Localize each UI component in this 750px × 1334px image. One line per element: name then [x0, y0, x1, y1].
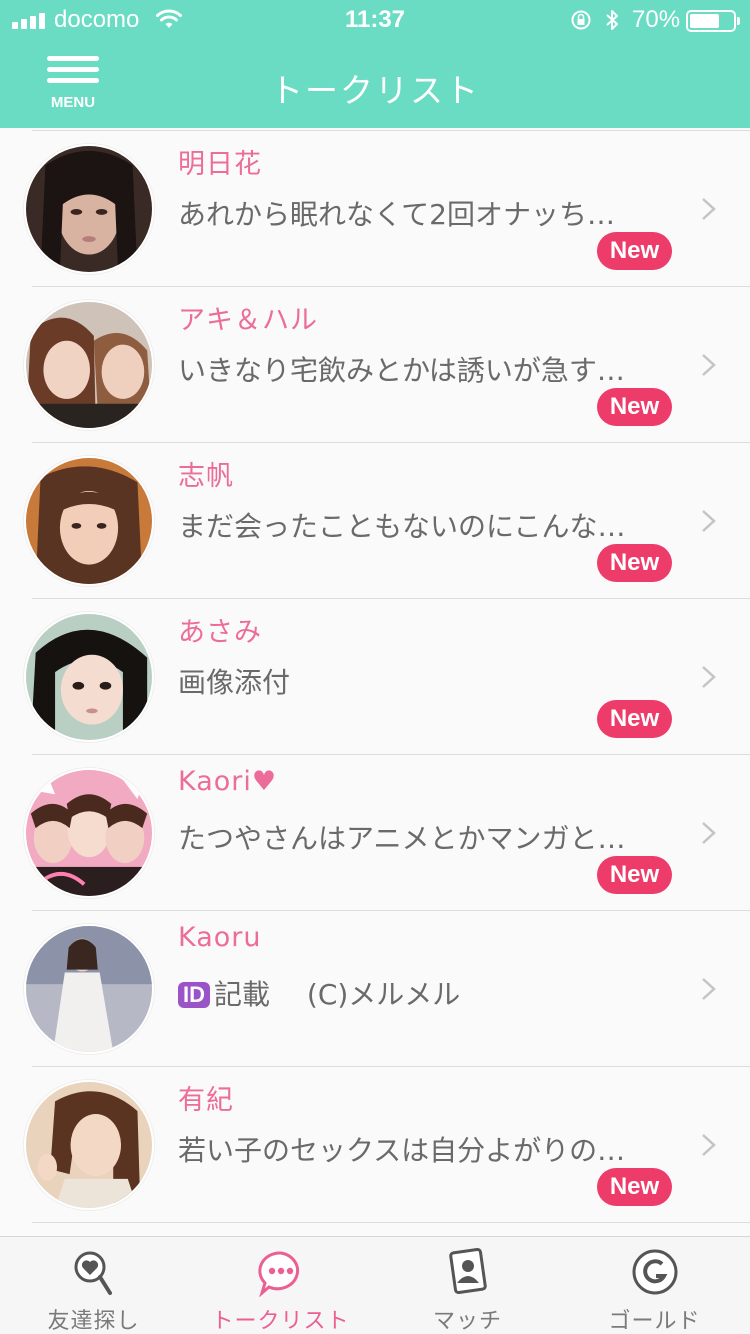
- contact-name: Kaori♥: [178, 766, 278, 797]
- chevron-right-icon: [702, 822, 716, 844]
- avatar: [24, 456, 154, 586]
- tab-match[interactable]: マッチ: [374, 1237, 561, 1334]
- new-badge: New: [597, 700, 672, 738]
- page-title: トークリスト: [270, 71, 480, 110]
- chevron-right-icon: [702, 666, 716, 688]
- message-preview: 画像添付: [178, 666, 291, 699]
- tab-label: トークリスト: [211, 1309, 350, 1334]
- contact-name: 有紀: [178, 1085, 234, 1116]
- message-preview: たつやさんはアニメとかマンガと…: [178, 822, 626, 855]
- profile-card-icon: [448, 1247, 487, 1295]
- chevron-right-icon: [702, 978, 716, 1000]
- avatar: [24, 1080, 154, 1210]
- battery-icon: [686, 10, 740, 32]
- new-badge: New: [597, 856, 672, 894]
- navigation-bar: MENU トークリスト: [0, 40, 750, 128]
- message-preview: いきなり宅飲みとかは誘いが急す…: [178, 354, 625, 387]
- chevron-right-icon: [702, 1134, 716, 1156]
- new-badge: New: [597, 232, 672, 270]
- tab-gold[interactable]: ゴールド: [561, 1237, 748, 1334]
- message-preview: ID 記載 (C)メルメル: [178, 973, 678, 1013]
- status-bar: docomo 11:37 70%: [0, 0, 750, 40]
- tab-talk-list[interactable]: トークリスト: [187, 1237, 374, 1334]
- conversation-row-partial[interactable]: [0, 1222, 750, 1236]
- new-badge: New: [597, 388, 672, 426]
- avatar: [24, 768, 154, 898]
- tab-label: ゴールド: [608, 1309, 701, 1334]
- contact-name: あさみ: [178, 617, 262, 648]
- tab-label: マッチ: [432, 1309, 502, 1334]
- contact-name: アキ＆ハル: [178, 305, 318, 336]
- conversation-row[interactable]: あさみ 画像添付 New: [0, 598, 750, 754]
- message-preview: まだ会ったこともないのにこんな…: [178, 510, 626, 543]
- tab-label: 友達探し: [47, 1309, 140, 1334]
- conversation-row[interactable]: 有紀 若い子のセックスは自分よがりの… New: [0, 1066, 750, 1222]
- conversation-row[interactable]: 志帆 まだ会ったこともないのにこんな… New: [0, 442, 750, 598]
- contact-name: 志帆: [178, 461, 234, 492]
- avatar: [24, 924, 154, 1054]
- message-preview: あれから眠れなくて2回オナッち…: [178, 198, 615, 231]
- chevron-right-icon: [702, 510, 716, 532]
- chevron-right-icon: [702, 198, 716, 220]
- message-preview: 若い子のセックスは自分よがりの…: [178, 1134, 626, 1167]
- chat-bubble-icon: [257, 1251, 299, 1297]
- contact-name: 明日花: [178, 149, 262, 180]
- conversation-row[interactable]: Kaoru ID 記載 (C)メルメル: [0, 910, 750, 1066]
- hamburger-icon: [47, 56, 99, 61]
- rotation-lock-icon: [571, 10, 591, 30]
- avatar: [24, 300, 154, 430]
- battery-percentage: 70%: [632, 6, 681, 33]
- tab-bar: 友達探し トークリスト マッチ ゴールド: [0, 1236, 750, 1334]
- conversation-list: 明日花 あれから眠れなくて2回オナッち… New アキ＆ハル いきなり宅飲みとか…: [0, 130, 750, 1236]
- gold-coin-icon: [632, 1249, 677, 1295]
- contact-name: Kaoru: [178, 922, 262, 953]
- avatar: [24, 144, 154, 274]
- conversation-row[interactable]: アキ＆ハル いきなり宅飲みとかは誘いが急す… New: [0, 286, 750, 442]
- bluetooth-icon: [606, 10, 618, 30]
- conversation-row[interactable]: Kaori♥ たつやさんはアニメとかマンガと… New: [0, 754, 750, 910]
- chevron-right-icon: [702, 354, 716, 376]
- message-preview-text: 記載 (C)メルメル: [214, 978, 461, 1011]
- new-badge: New: [597, 544, 672, 582]
- id-icon: ID: [178, 982, 210, 1008]
- new-badge: New: [597, 1168, 672, 1206]
- tab-friend-search[interactable]: 友達探し: [0, 1237, 187, 1334]
- search-heart-icon: [74, 1251, 112, 1295]
- avatar: [24, 612, 154, 742]
- conversation-row[interactable]: 明日花 あれから眠れなくて2回オナッち… New: [0, 130, 750, 286]
